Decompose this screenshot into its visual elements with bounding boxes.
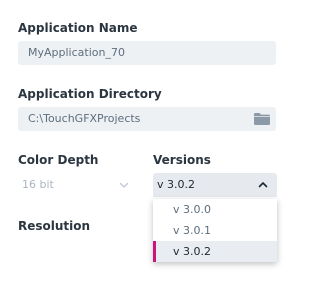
versions-dropdown: v 3.0.0 v 3.0.1 v 3.0.2: [153, 199, 277, 262]
color-depth-select[interactable]: 16 bit: [18, 173, 140, 197]
color-depth-label: Color Depth: [18, 153, 99, 167]
chevron-down-icon: [119, 182, 129, 188]
version-option-label: v 3.0.0: [173, 203, 211, 216]
version-option[interactable]: v 3.0.0: [153, 199, 277, 220]
app-name-input[interactable]: MyApplication_70: [18, 41, 276, 65]
app-name-value: MyApplication_70: [28, 46, 125, 59]
versions-select[interactable]: v 3.0.2: [153, 173, 277, 197]
versions-label: Versions: [153, 153, 211, 167]
resolution-label: Resolution: [18, 219, 91, 233]
app-name-label: Application Name: [18, 21, 138, 35]
color-depth-value: 16 bit: [22, 178, 54, 191]
version-option-label: v 3.0.1: [173, 224, 211, 237]
chevron-up-icon[interactable]: [251, 173, 275, 197]
app-directory-label: Application Directory: [18, 87, 162, 101]
app-directory-input[interactable]: C:\TouchGFXProjects: [18, 107, 276, 131]
versions-value: v 3.0.2: [157, 178, 195, 191]
app-directory-value: C:\TouchGFXProjects: [28, 112, 141, 125]
version-option-selected[interactable]: v 3.0.2: [153, 241, 277, 262]
selected-indicator: [153, 241, 156, 262]
version-option-label: v 3.0.2: [173, 245, 211, 258]
version-option[interactable]: v 3.0.1: [153, 220, 277, 241]
folder-icon[interactable]: [254, 113, 270, 125]
